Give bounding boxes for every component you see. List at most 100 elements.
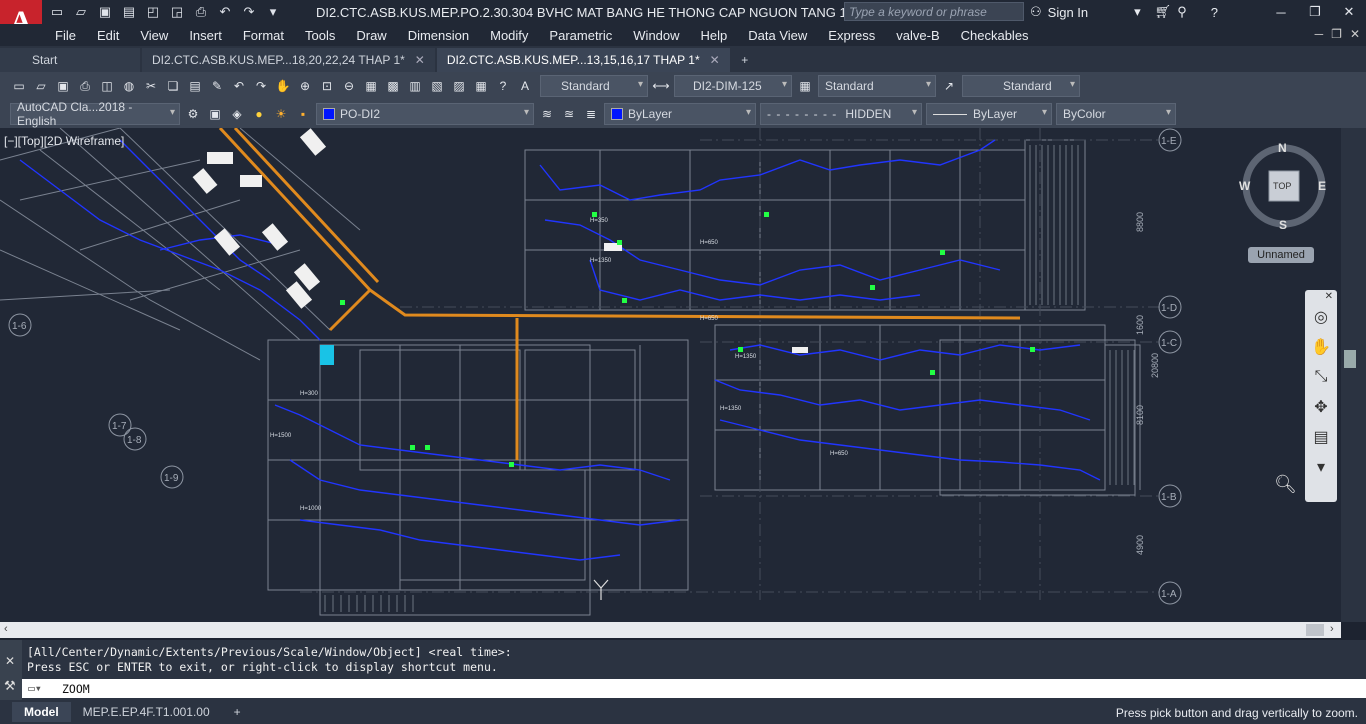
save-as-icon[interactable]: ▤: [120, 3, 138, 21]
compass-east[interactable]: E: [1318, 179, 1326, 193]
menu-tools[interactable]: Tools: [305, 28, 335, 43]
gear-icon[interactable]: ⚙: [184, 105, 202, 123]
qat-dropdown-icon[interactable]: ▾: [264, 3, 282, 21]
viewcube[interactable]: TOP N S E W: [1238, 140, 1330, 232]
menu-edit[interactable]: Edit: [97, 28, 119, 43]
compass-south[interactable]: S: [1279, 218, 1287, 232]
cut-icon[interactable]: ✂: [142, 77, 160, 95]
plot-icon[interactable]: ⎙: [76, 77, 94, 95]
vertical-scroll-thumb[interactable]: [1344, 350, 1356, 368]
open-icon[interactable]: ▱: [72, 3, 90, 21]
new-icon[interactable]: ▭: [48, 3, 66, 21]
tab-start[interactable]: Start: [0, 48, 140, 72]
command-prompt-icon[interactable]: ▭▾: [28, 681, 42, 695]
vertical-scrollbar[interactable]: [1341, 128, 1366, 622]
layer-states-icon[interactable]: ≣: [582, 105, 600, 123]
table-style-select[interactable]: Standard: [818, 75, 936, 97]
layer-select[interactable]: PO-DI2: [316, 103, 534, 125]
menu-file[interactable]: File: [55, 28, 76, 43]
menu-dimension[interactable]: Dimension: [408, 28, 469, 43]
command-line-handle[interactable]: ✕ ⚒: [0, 640, 22, 702]
design-center-icon[interactable]: ▩: [384, 77, 402, 95]
showmotion-icon[interactable]: ▤: [1305, 422, 1337, 452]
drawing-viewport[interactable]: H=350 H=650 H=1350 H=650 H=1350 H=300 H=…: [0, 128, 1341, 622]
menu-express[interactable]: Express: [828, 28, 875, 43]
minimize-icon[interactable]: ─: [1264, 0, 1298, 24]
text-style-select[interactable]: Standard: [540, 75, 648, 97]
undo-icon[interactable]: ↶: [230, 77, 248, 95]
new-icon[interactable]: ▭: [10, 77, 28, 95]
cart-icon[interactable]: 🛒︎: [1155, 4, 1172, 20]
menu-help[interactable]: Help: [701, 28, 728, 43]
drawing-canvas[interactable]: H=350 H=650 H=1350 H=650 H=1350 H=300 H=…: [0, 128, 1341, 622]
menu-insert[interactable]: Insert: [189, 28, 222, 43]
viewcube-top-face[interactable]: TOP: [1273, 181, 1291, 191]
close-icon[interactable]: ✕: [1305, 290, 1337, 302]
tab-model[interactable]: Model: [12, 702, 71, 722]
scroll-left-icon[interactable]: ‹: [4, 623, 8, 635]
undo-icon[interactable]: ↶: [216, 3, 234, 21]
close-icon[interactable]: ✕: [1332, 0, 1366, 24]
ucs-menu[interactable]: Unnamed: [1248, 247, 1314, 263]
linetype-select[interactable]: - - - - - - - - HIDDEN: [760, 103, 922, 125]
table-style-icon[interactable]: ▦: [796, 77, 814, 95]
text-style-icon[interactable]: A: [516, 77, 534, 95]
sign-in-area[interactable]: ⚇ Sign In ▾ 🛒︎ ⚲ ?: [1030, 4, 1218, 20]
properties-icon[interactable]: ▦: [362, 77, 380, 95]
dim-style-select[interactable]: DI2-DIM-125: [674, 75, 792, 97]
command-input[interactable]: ▭▾ ZOOM: [22, 679, 1366, 698]
mleader-style-icon[interactable]: ↗: [940, 77, 958, 95]
a360-icon[interactable]: ⚲: [1177, 4, 1187, 20]
close-icon[interactable]: ✕: [710, 53, 720, 67]
copy-icon[interactable]: ❏: [164, 77, 182, 95]
scroll-right-icon[interactable]: ›: [1330, 623, 1334, 635]
restore-icon[interactable]: ❐: [1298, 0, 1332, 24]
menu-data-view[interactable]: Data View: [748, 28, 807, 43]
lock-icon[interactable]: ▪: [294, 105, 312, 123]
color-select[interactable]: ByLayer: [604, 103, 756, 125]
tab-drawing-2[interactable]: DI2.CTC.ASB.KUS.MEP...13,15,16,17 THAP 1…: [436, 48, 730, 72]
viewport-controls-label[interactable]: [−][Top][2D Wireframe]: [4, 134, 124, 148]
calculator-icon[interactable]: ▦: [472, 77, 490, 95]
workspace-select[interactable]: AutoCAD Cla...2018 - English: [10, 100, 180, 128]
layer-properties-icon[interactable]: ◈: [228, 105, 246, 123]
close-icon[interactable]: ✕: [415, 53, 425, 67]
sheet-set-icon[interactable]: ▧: [428, 77, 446, 95]
zoom-realtime-icon[interactable]: ⊕: [296, 77, 314, 95]
save-web-icon[interactable]: ◲: [168, 3, 186, 21]
tool-palettes-icon[interactable]: ▥: [406, 77, 424, 95]
markup-icon[interactable]: ▨: [450, 77, 468, 95]
menu-checkables[interactable]: Checkables: [961, 28, 1029, 43]
open-web-icon[interactable]: ◰: [144, 3, 162, 21]
doc-minimize-icon[interactable]: ─: [1315, 27, 1324, 41]
new-tab-button[interactable]: +: [732, 48, 758, 72]
zoom-previous-icon[interactable]: ⊖: [340, 77, 358, 95]
help-icon[interactable]: ?: [494, 77, 512, 95]
close-icon[interactable]: ✕: [5, 654, 15, 668]
customize-icon[interactable]: ⚒: [4, 678, 16, 694]
customize-icon[interactable]: ▾: [1305, 452, 1337, 482]
save-icon[interactable]: ▣: [96, 3, 114, 21]
match-properties-icon[interactable]: ✎: [208, 77, 226, 95]
horizontal-scroll-thumb[interactable]: [1306, 624, 1324, 636]
dim-style-icon[interactable]: ⟷: [652, 77, 670, 95]
layer-previous-icon[interactable]: ≊: [560, 105, 578, 123]
open-icon[interactable]: ▱: [32, 77, 50, 95]
steering-wheel-icon[interactable]: ◎: [1305, 302, 1337, 332]
doc-restore-icon[interactable]: ❐: [1331, 27, 1342, 41]
menu-format[interactable]: Format: [243, 28, 284, 43]
sun-icon[interactable]: ☀: [272, 105, 290, 123]
lightbulb-icon[interactable]: ●: [250, 105, 268, 123]
preview-icon[interactable]: ◫: [98, 77, 116, 95]
plotstyle-select[interactable]: ByColor: [1056, 103, 1176, 125]
orbit-icon[interactable]: ✥: [1305, 392, 1337, 422]
menu-valve-b[interactable]: valve-B: [896, 28, 939, 43]
tab-drawing-1[interactable]: DI2.CTC.ASB.KUS.MEP...18,20,22,24 THAP 1…: [142, 48, 435, 72]
compass-west[interactable]: W: [1239, 179, 1250, 193]
zoom-window-icon[interactable]: ⊡: [318, 77, 336, 95]
pan-icon[interactable]: ✋: [274, 77, 292, 95]
menu-view[interactable]: View: [140, 28, 168, 43]
plot-icon[interactable]: ⎙: [192, 3, 210, 21]
menu-modify[interactable]: Modify: [490, 28, 528, 43]
make-current-icon[interactable]: ≋: [538, 105, 556, 123]
